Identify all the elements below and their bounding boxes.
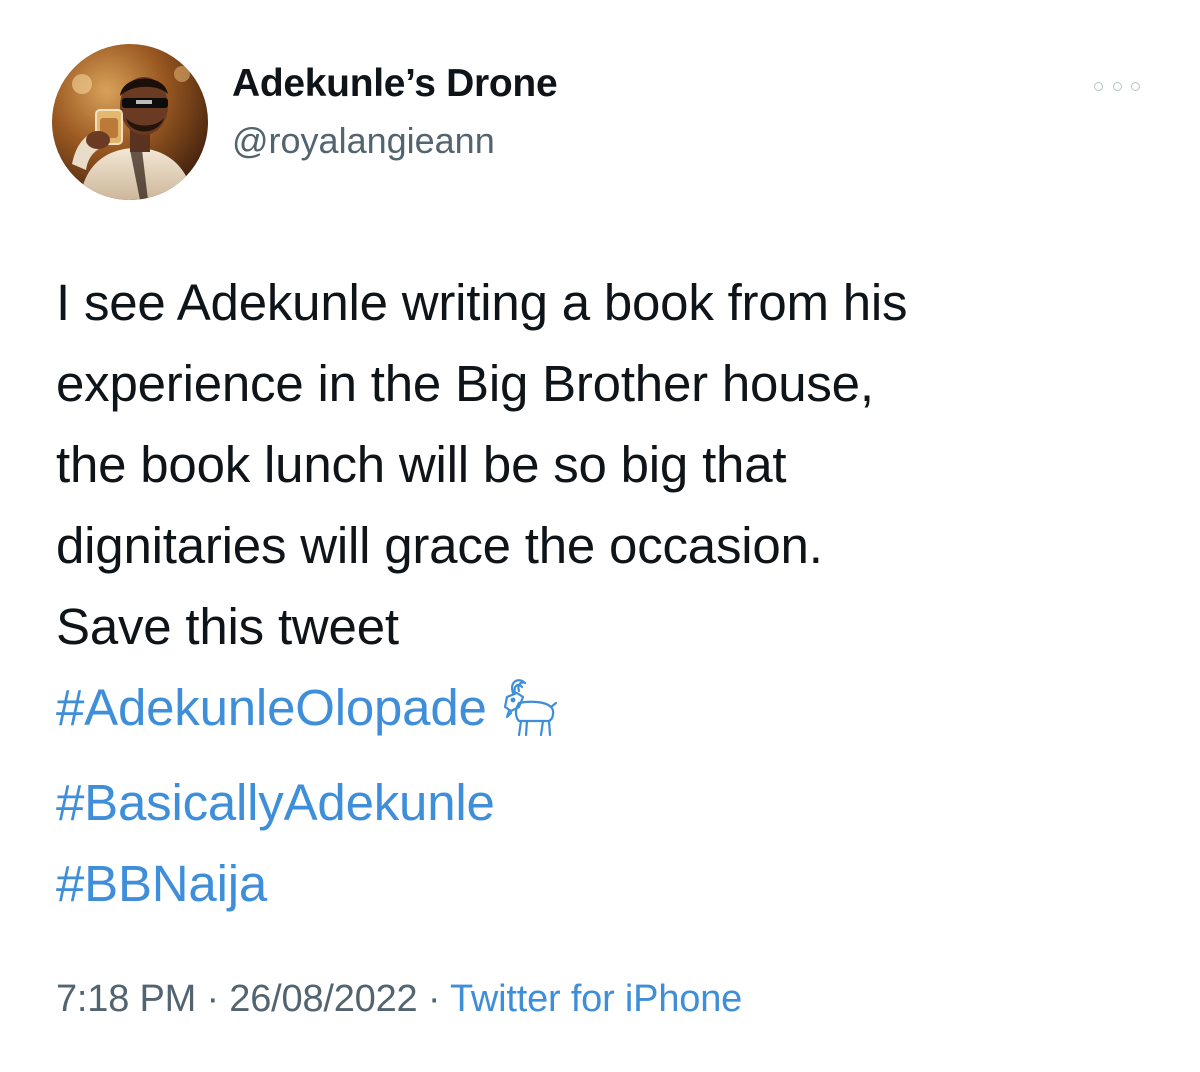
hashtag-link[interactable]: #AdekunleOlopade	[56, 679, 487, 736]
tweet-meta: 7:18 PM · 26/08/2022 · Twitter for iPhon…	[56, 978, 742, 1021]
tweet-text-line: I see Adekunle writing a book from his	[56, 274, 908, 331]
meta-separator: ·	[196, 978, 230, 1020]
tweet-card: Adekunle’s Drone @royalangieann I see Ad…	[0, 0, 1200, 1072]
hashtag-link[interactable]: #BasicallyAdekunle	[56, 774, 495, 831]
tweet-source-link[interactable]: Twitter for iPhone	[450, 978, 742, 1020]
tweet-text-line: dignitaries will grace the occasion.	[56, 517, 823, 574]
more-options-icon	[1131, 81, 1140, 91]
tweet-text: I see Adekunle writing a book from his e…	[56, 262, 1156, 924]
goat-emoji-icon	[489, 677, 559, 762]
hashtag-line: #AdekunleOlopade	[56, 667, 1156, 762]
more-options-button[interactable]	[1094, 72, 1140, 100]
tweet-text-line: Save this tweet	[56, 598, 399, 655]
tweet-date[interactable]: 26/08/2022	[229, 978, 417, 1020]
tweet-time[interactable]: 7:18 PM	[56, 978, 196, 1020]
more-options-icon	[1094, 81, 1103, 91]
more-options-icon	[1112, 81, 1122, 91]
hashtag-line: #BasicallyAdekunle	[56, 762, 1156, 843]
avatar[interactable]	[52, 44, 208, 200]
author-handle[interactable]: @royalangieann	[232, 120, 495, 162]
hashtag-link[interactable]: #BBNaija	[56, 855, 267, 912]
tweet-text-line: experience in the Big Brother house,	[56, 355, 874, 412]
tweet-text-line: the book lunch will be so big that	[56, 436, 787, 493]
avatar-image	[52, 44, 208, 200]
hashtag-line: #BBNaija	[56, 843, 1156, 924]
author-display-name[interactable]: Adekunle’s Drone	[232, 62, 558, 106]
meta-separator: ·	[417, 978, 450, 1020]
